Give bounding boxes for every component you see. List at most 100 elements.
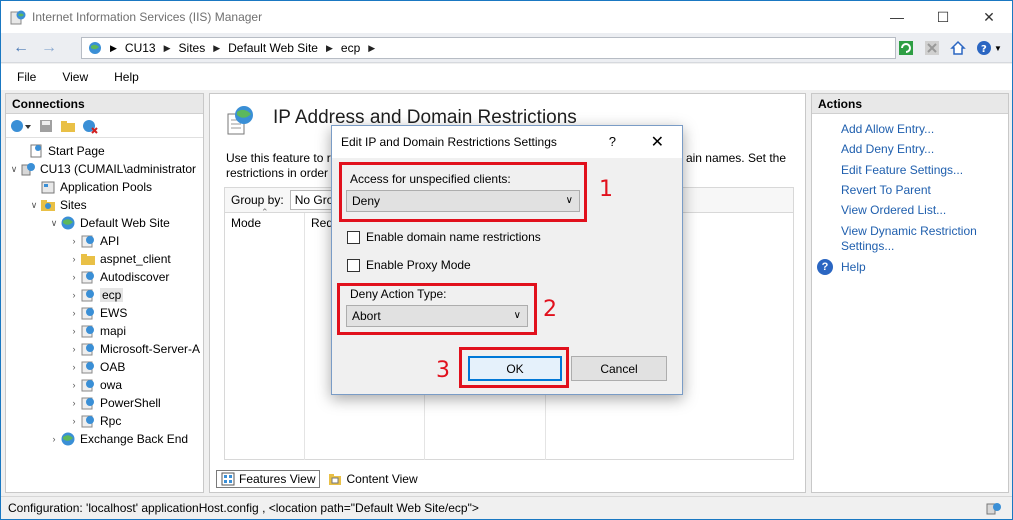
breadcrumb-default-web-site[interactable]: Default Web Site ▶ xyxy=(228,41,333,55)
connections-toolbar xyxy=(6,114,203,138)
window-title: Internet Information Services (IIS) Mana… xyxy=(32,10,263,24)
checkbox-box xyxy=(347,230,360,244)
expand-chevron-icon[interactable]: › xyxy=(68,254,80,264)
ip-restrictions-icon xyxy=(227,106,253,135)
status-text: Configuration: 'localhost' applicationHo… xyxy=(8,501,479,515)
tree-node-oab[interactable]: › OAB xyxy=(6,358,203,376)
collapse-chevron-icon[interactable]: ∨ xyxy=(8,164,20,175)
title-bar: Internet Information Services (IIS) Mana… xyxy=(1,1,1012,33)
action-add-allow-entry[interactable]: Add Allow Entry... xyxy=(812,122,1008,137)
disconnect-icon[interactable] xyxy=(82,118,98,134)
expand-chevron-icon[interactable]: › xyxy=(68,398,80,408)
expand-chevron-icon[interactable]: › xyxy=(68,290,80,300)
dialog-title: Edit IP and Domain Restrictions Settings xyxy=(341,135,557,149)
tree-node-microsoft-server-activesync[interactable]: › Microsoft-Server-A xyxy=(6,340,203,358)
action-help[interactable]: ? Help xyxy=(812,259,1008,275)
tree-node-start-page[interactable]: Start Page xyxy=(6,142,203,160)
tree-node-sites[interactable]: ∨ Sites xyxy=(6,196,203,214)
tree-node-aspnet-client[interactable]: › aspnet_client xyxy=(6,250,203,268)
expand-chevron-icon[interactable]: › xyxy=(68,236,80,246)
start-page-icon xyxy=(30,144,42,158)
application-icon xyxy=(81,361,94,374)
save-icon[interactable] xyxy=(38,118,54,134)
connect-icon[interactable] xyxy=(10,118,32,134)
column-mode[interactable]: ⌃ Mode xyxy=(225,207,305,460)
menu-help[interactable]: Help xyxy=(106,68,139,86)
tree-node-powershell[interactable]: › PowerShell xyxy=(6,394,203,412)
tree-node-server[interactable]: ∨ CU13 (CUMAIL\administrator xyxy=(6,160,203,178)
dialog-title-bar: Edit IP and Domain Restrictions Settings… xyxy=(332,126,682,158)
close-window-button[interactable]: ✕ xyxy=(966,1,1012,33)
expand-chevron-icon[interactable]: › xyxy=(68,326,80,336)
action-add-deny-entry[interactable]: Add Deny Entry... xyxy=(812,142,1008,157)
application-icon xyxy=(81,307,94,320)
stop-icon[interactable] xyxy=(922,38,942,58)
folder-up-icon[interactable] xyxy=(60,118,76,134)
annotation-box-1 xyxy=(339,162,587,222)
tab-features-view[interactable]: Features View xyxy=(216,470,321,488)
refresh-icon[interactable] xyxy=(896,38,916,58)
application-icon xyxy=(81,379,94,392)
action-view-ordered-list[interactable]: View Ordered List... xyxy=(812,203,1008,218)
collapse-chevron-icon[interactable]: ∨ xyxy=(48,218,60,229)
annotation-box-2 xyxy=(337,283,537,335)
tree-node-exchange-back-end[interactable]: › Exchange Back End xyxy=(6,430,203,448)
breadcrumb-ecp[interactable]: ecp ▶ xyxy=(341,41,375,55)
forward-arrow-icon[interactable]: → xyxy=(37,37,61,59)
network-status-icon xyxy=(986,503,1001,515)
annotation-label-3: 3 xyxy=(436,358,450,383)
tree-node-application-pools[interactable]: Application Pools xyxy=(6,178,203,196)
tab-content-view[interactable]: Content View xyxy=(323,470,422,488)
tree-node-ews[interactable]: › EWS xyxy=(6,304,203,322)
enable-proxy-checkbox[interactable]: Enable Proxy Mode xyxy=(347,258,471,272)
iis-app-icon xyxy=(10,10,26,25)
actions-title: Actions xyxy=(812,94,1008,114)
tree-node-mapi[interactable]: › mapi xyxy=(6,322,203,340)
menu-view[interactable]: View xyxy=(54,68,88,86)
application-icon xyxy=(81,271,94,284)
cancel-button[interactable]: Cancel xyxy=(571,356,667,381)
tree-node-rpc[interactable]: › Rpc xyxy=(6,412,203,430)
expand-chevron-icon[interactable]: › xyxy=(68,380,80,390)
collapse-chevron-icon[interactable]: ∨ xyxy=(28,200,40,211)
maximize-button[interactable]: ☐ xyxy=(920,1,966,33)
sites-folder-icon xyxy=(41,200,55,211)
tree-node-api[interactable]: › API xyxy=(6,232,203,250)
enable-domain-checkbox[interactable]: Enable domain name restrictions xyxy=(347,230,541,244)
dialog-help-button[interactable]: ? xyxy=(609,134,616,149)
action-edit-feature-settings[interactable]: Edit Feature Settings... xyxy=(812,163,1008,178)
minimize-button[interactable]: — xyxy=(874,1,920,33)
expand-chevron-icon[interactable]: › xyxy=(68,308,80,318)
application-icon xyxy=(81,415,94,428)
tree-node-owa[interactable]: › owa xyxy=(6,376,203,394)
annotation-label-2: 2 xyxy=(543,297,557,322)
tree-node-ecp[interactable]: › ecp xyxy=(6,286,203,304)
application-icon xyxy=(81,325,94,338)
address-bar[interactable]: ▶ CU13 ▶ Sites ▶ Default Web Site ▶ ecp ▶ xyxy=(81,37,896,59)
help-menu-icon[interactable]: ? ▼ xyxy=(974,38,1004,58)
website-globe-icon xyxy=(61,216,75,230)
svg-text:?: ? xyxy=(981,44,987,55)
help-icon: ? xyxy=(817,259,833,275)
home-icon[interactable] xyxy=(948,38,968,58)
expand-chevron-icon[interactable]: › xyxy=(68,344,80,354)
action-view-dynamic-restriction-settings[interactable]: View Dynamic Restriction Settings... xyxy=(812,224,987,254)
dialog-close-button[interactable]: ✕ xyxy=(651,132,664,152)
breadcrumb-sites[interactable]: Sites ▶ xyxy=(179,41,221,55)
application-icon xyxy=(81,343,94,356)
group-by-label: Group by: xyxy=(231,193,284,207)
menu-file[interactable]: File xyxy=(9,68,36,86)
expand-chevron-icon[interactable]: › xyxy=(68,362,80,372)
application-icon xyxy=(81,397,94,410)
tree-node-default-web-site[interactable]: ∨ Default Web Site xyxy=(6,214,203,232)
tree-node-autodiscover[interactable]: › Autodiscover xyxy=(6,268,203,286)
expand-chevron-icon[interactable]: › xyxy=(68,272,80,282)
features-view-icon xyxy=(221,472,235,486)
menu-bar: File View Help xyxy=(1,64,1012,90)
expand-chevron-icon[interactable]: › xyxy=(68,416,80,426)
breadcrumb-cu13[interactable]: CU13 ▶ xyxy=(125,41,171,55)
status-bar: Configuration: 'localhost' applicationHo… xyxy=(1,496,1012,519)
back-arrow-icon[interactable]: ← xyxy=(9,37,33,59)
action-revert-to-parent[interactable]: Revert To Parent xyxy=(812,183,1008,198)
expand-chevron-icon[interactable]: › xyxy=(48,434,60,444)
